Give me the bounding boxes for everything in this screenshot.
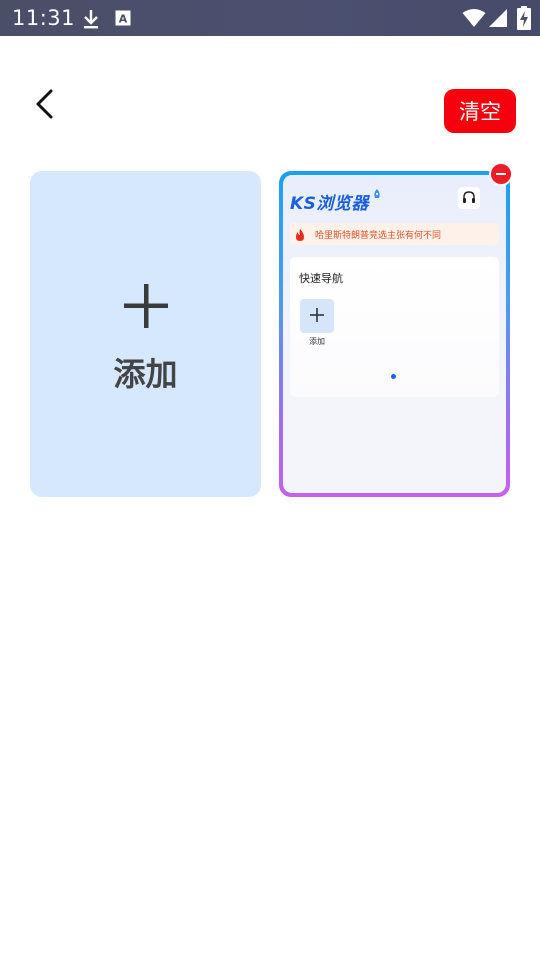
chevron-left-icon	[33, 89, 55, 123]
tab-manager-page: 清空 添加 KS浏览器 哈里斯特朗普竞选主张有何不同 快速导航 添加	[0, 36, 540, 960]
headset-icon	[462, 189, 476, 208]
quick-nav-panel: 快速导航 添加	[290, 257, 499, 397]
signal-icon	[488, 8, 508, 32]
download-icon	[81, 8, 101, 34]
svg-text:A: A	[119, 13, 128, 26]
add-tab-label: 添加	[113, 355, 178, 393]
minus-circle-icon	[496, 173, 506, 175]
text-a-icon: A	[115, 10, 131, 30]
battery-charging-icon	[517, 6, 531, 34]
plus-icon	[310, 307, 324, 326]
quick-nav-add-label: 添加	[309, 337, 325, 346]
tab-preview-content: KS浏览器 哈里斯特朗普竞选主张有何不同 快速导航 添加	[283, 175, 506, 493]
quick-nav-add-button	[300, 299, 334, 333]
fire-icon	[295, 227, 305, 246]
news-banner: 哈里斯特朗普竞选主张有何不同	[290, 223, 499, 245]
tab-preview-card[interactable]: KS浏览器 哈里斯特朗普竞选主张有何不同 快速导航 添加	[279, 171, 510, 497]
clear-button[interactable]: 清空	[444, 89, 516, 133]
quick-nav-title: 快速导航	[299, 272, 343, 285]
browser-logo: KS浏览器	[290, 194, 369, 214]
status-bar: 11:31 A	[0, 0, 540, 36]
news-headline: 哈里斯特朗普竞选主张有何不同	[315, 231, 442, 241]
back-button[interactable]	[24, 86, 64, 126]
rocket-icon	[372, 186, 382, 205]
close-tab-button[interactable]	[489, 162, 513, 186]
status-time: 11:31	[12, 6, 76, 30]
page-indicator-dot	[391, 374, 396, 379]
add-tab-card[interactable]: 添加	[30, 171, 261, 497]
headset-button	[458, 187, 480, 209]
wifi-icon	[462, 8, 486, 32]
plus-icon	[124, 284, 168, 328]
